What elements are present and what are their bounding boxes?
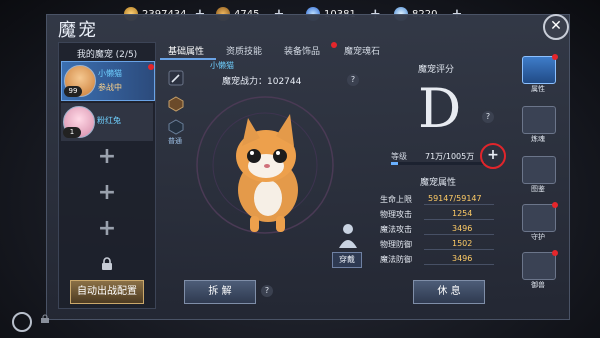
pet-status: 参战中	[98, 83, 122, 92]
pet-name-label: 小懒猫	[210, 61, 234, 70]
attribute-divider	[424, 204, 494, 205]
add-pet-slot-3[interactable]: +	[97, 146, 117, 168]
sidebar-item-label: 炼魂	[531, 135, 545, 143]
sidebar-item-label: 御兽	[531, 281, 545, 289]
xp-progress-bar	[391, 162, 485, 165]
attribute-value: 1502	[452, 239, 473, 248]
beast-control-icon	[522, 252, 556, 280]
sidebar-item-label: 图鉴	[531, 185, 545, 193]
attribute-value: 59147/59147	[428, 194, 482, 203]
pet-level-badge: 1	[63, 127, 81, 138]
attribute-name: 魔法攻击	[380, 225, 412, 234]
notification-dot	[552, 202, 558, 208]
level-label: 等级	[391, 152, 407, 161]
attribute-row-phys-def: 物理防御 1502	[380, 237, 500, 251]
rating-grade: D	[418, 77, 462, 140]
sidebar-item-beast-control[interactable]: 御兽	[518, 250, 558, 292]
soul-refine-icon	[522, 106, 556, 134]
notification-dot	[148, 64, 154, 70]
flag-icon[interactable]	[168, 70, 184, 86]
wear-button[interactable]: 穿戴	[332, 252, 362, 268]
pet-name: 小懒猫	[98, 69, 122, 78]
settings-icon[interactable]	[12, 312, 32, 332]
help-icon[interactable]: ?	[482, 111, 494, 123]
pet-slot-2[interactable]: 1 粉红兔	[61, 103, 153, 141]
attributes-title: 魔宠属性	[420, 178, 457, 188]
help-icon[interactable]: ?	[261, 285, 273, 297]
normal-label: 普通	[168, 137, 182, 145]
attribute-icon	[522, 56, 556, 84]
attribute-row-phys-atk: 物理攻击 1254	[380, 207, 500, 221]
lock-icon	[41, 314, 49, 323]
attribute-value: 1254	[452, 209, 473, 218]
rating-label: 魔宠评分	[418, 65, 455, 75]
level-up-button[interactable]: +	[480, 143, 506, 169]
pet-type-icon	[168, 96, 184, 112]
attribute-divider	[424, 234, 494, 235]
notification-dot	[552, 250, 558, 256]
attribute-value: 3496	[452, 254, 473, 263]
sidebar-item-label: 守护	[531, 233, 545, 241]
wear-figure-icon[interactable]	[336, 222, 360, 250]
sidebar-item-label: 属性	[531, 85, 545, 93]
attribute-name: 物理攻击	[380, 210, 412, 219]
add-pet-slot-5[interactable]: +	[97, 218, 117, 240]
tab-aptitude-skills[interactable]: 资质技能	[226, 44, 262, 60]
cat-model	[236, 114, 298, 232]
sidebar-item-guardian[interactable]: 守护	[518, 202, 558, 244]
sidebar-item-soul-refine[interactable]: 炼魂	[518, 104, 558, 146]
tab-soul-stone[interactable]: 魔宠魂石	[344, 44, 380, 60]
guardian-icon	[522, 204, 556, 232]
pet-name: 粉红兔	[97, 116, 121, 125]
attribute-row-mag-atk: 魔法攻击 3496	[380, 222, 500, 236]
sidebar-item-codex[interactable]: 图鉴	[518, 154, 558, 196]
pet-slot-1[interactable]: 99 小懒猫 参战中	[61, 61, 155, 101]
codex-icon	[522, 156, 556, 184]
lock-icon	[102, 257, 112, 270]
dismantle-button[interactable]: 拆 解	[184, 280, 256, 304]
pet-level-badge: 99	[64, 86, 82, 97]
level-value: 71万/1005万	[425, 152, 475, 161]
notification-dot	[331, 42, 337, 48]
help-icon[interactable]: ?	[347, 74, 359, 86]
attribute-row-mag-def: 魔法防御 3496	[380, 252, 500, 266]
attribute-divider	[424, 249, 494, 250]
attribute-name: 物理防御	[380, 240, 412, 249]
attribute-divider	[424, 219, 494, 220]
pet-list-header: 我的魔宠 (2/5)	[76, 50, 138, 60]
xp-progress-fill	[391, 162, 398, 165]
add-pet-slot-4[interactable]: +	[97, 182, 117, 204]
close-button[interactable]: ✕	[543, 14, 569, 40]
combat-power: 魔宠战力：102744	[222, 77, 302, 87]
attribute-name: 魔法防御	[380, 255, 412, 264]
normal-badge-icon	[168, 119, 184, 135]
attribute-divider	[424, 264, 494, 265]
attribute-name: 生命上限	[380, 195, 412, 204]
auto-deploy-button[interactable]: 自动出战配置	[70, 280, 144, 304]
rest-button[interactable]: 休 息	[413, 280, 485, 304]
window-title: 魔宠	[58, 20, 98, 41]
attribute-value: 3496	[452, 224, 473, 233]
attribute-row-hp: 生命上限 59147/59147	[380, 192, 500, 206]
pet-display	[196, 96, 334, 234]
notification-dot	[552, 54, 558, 60]
tab-equipment[interactable]: 装备饰品	[284, 44, 320, 60]
sidebar-item-attributes[interactable]: 属性	[518, 54, 558, 96]
active-tab-indicator	[160, 58, 216, 60]
